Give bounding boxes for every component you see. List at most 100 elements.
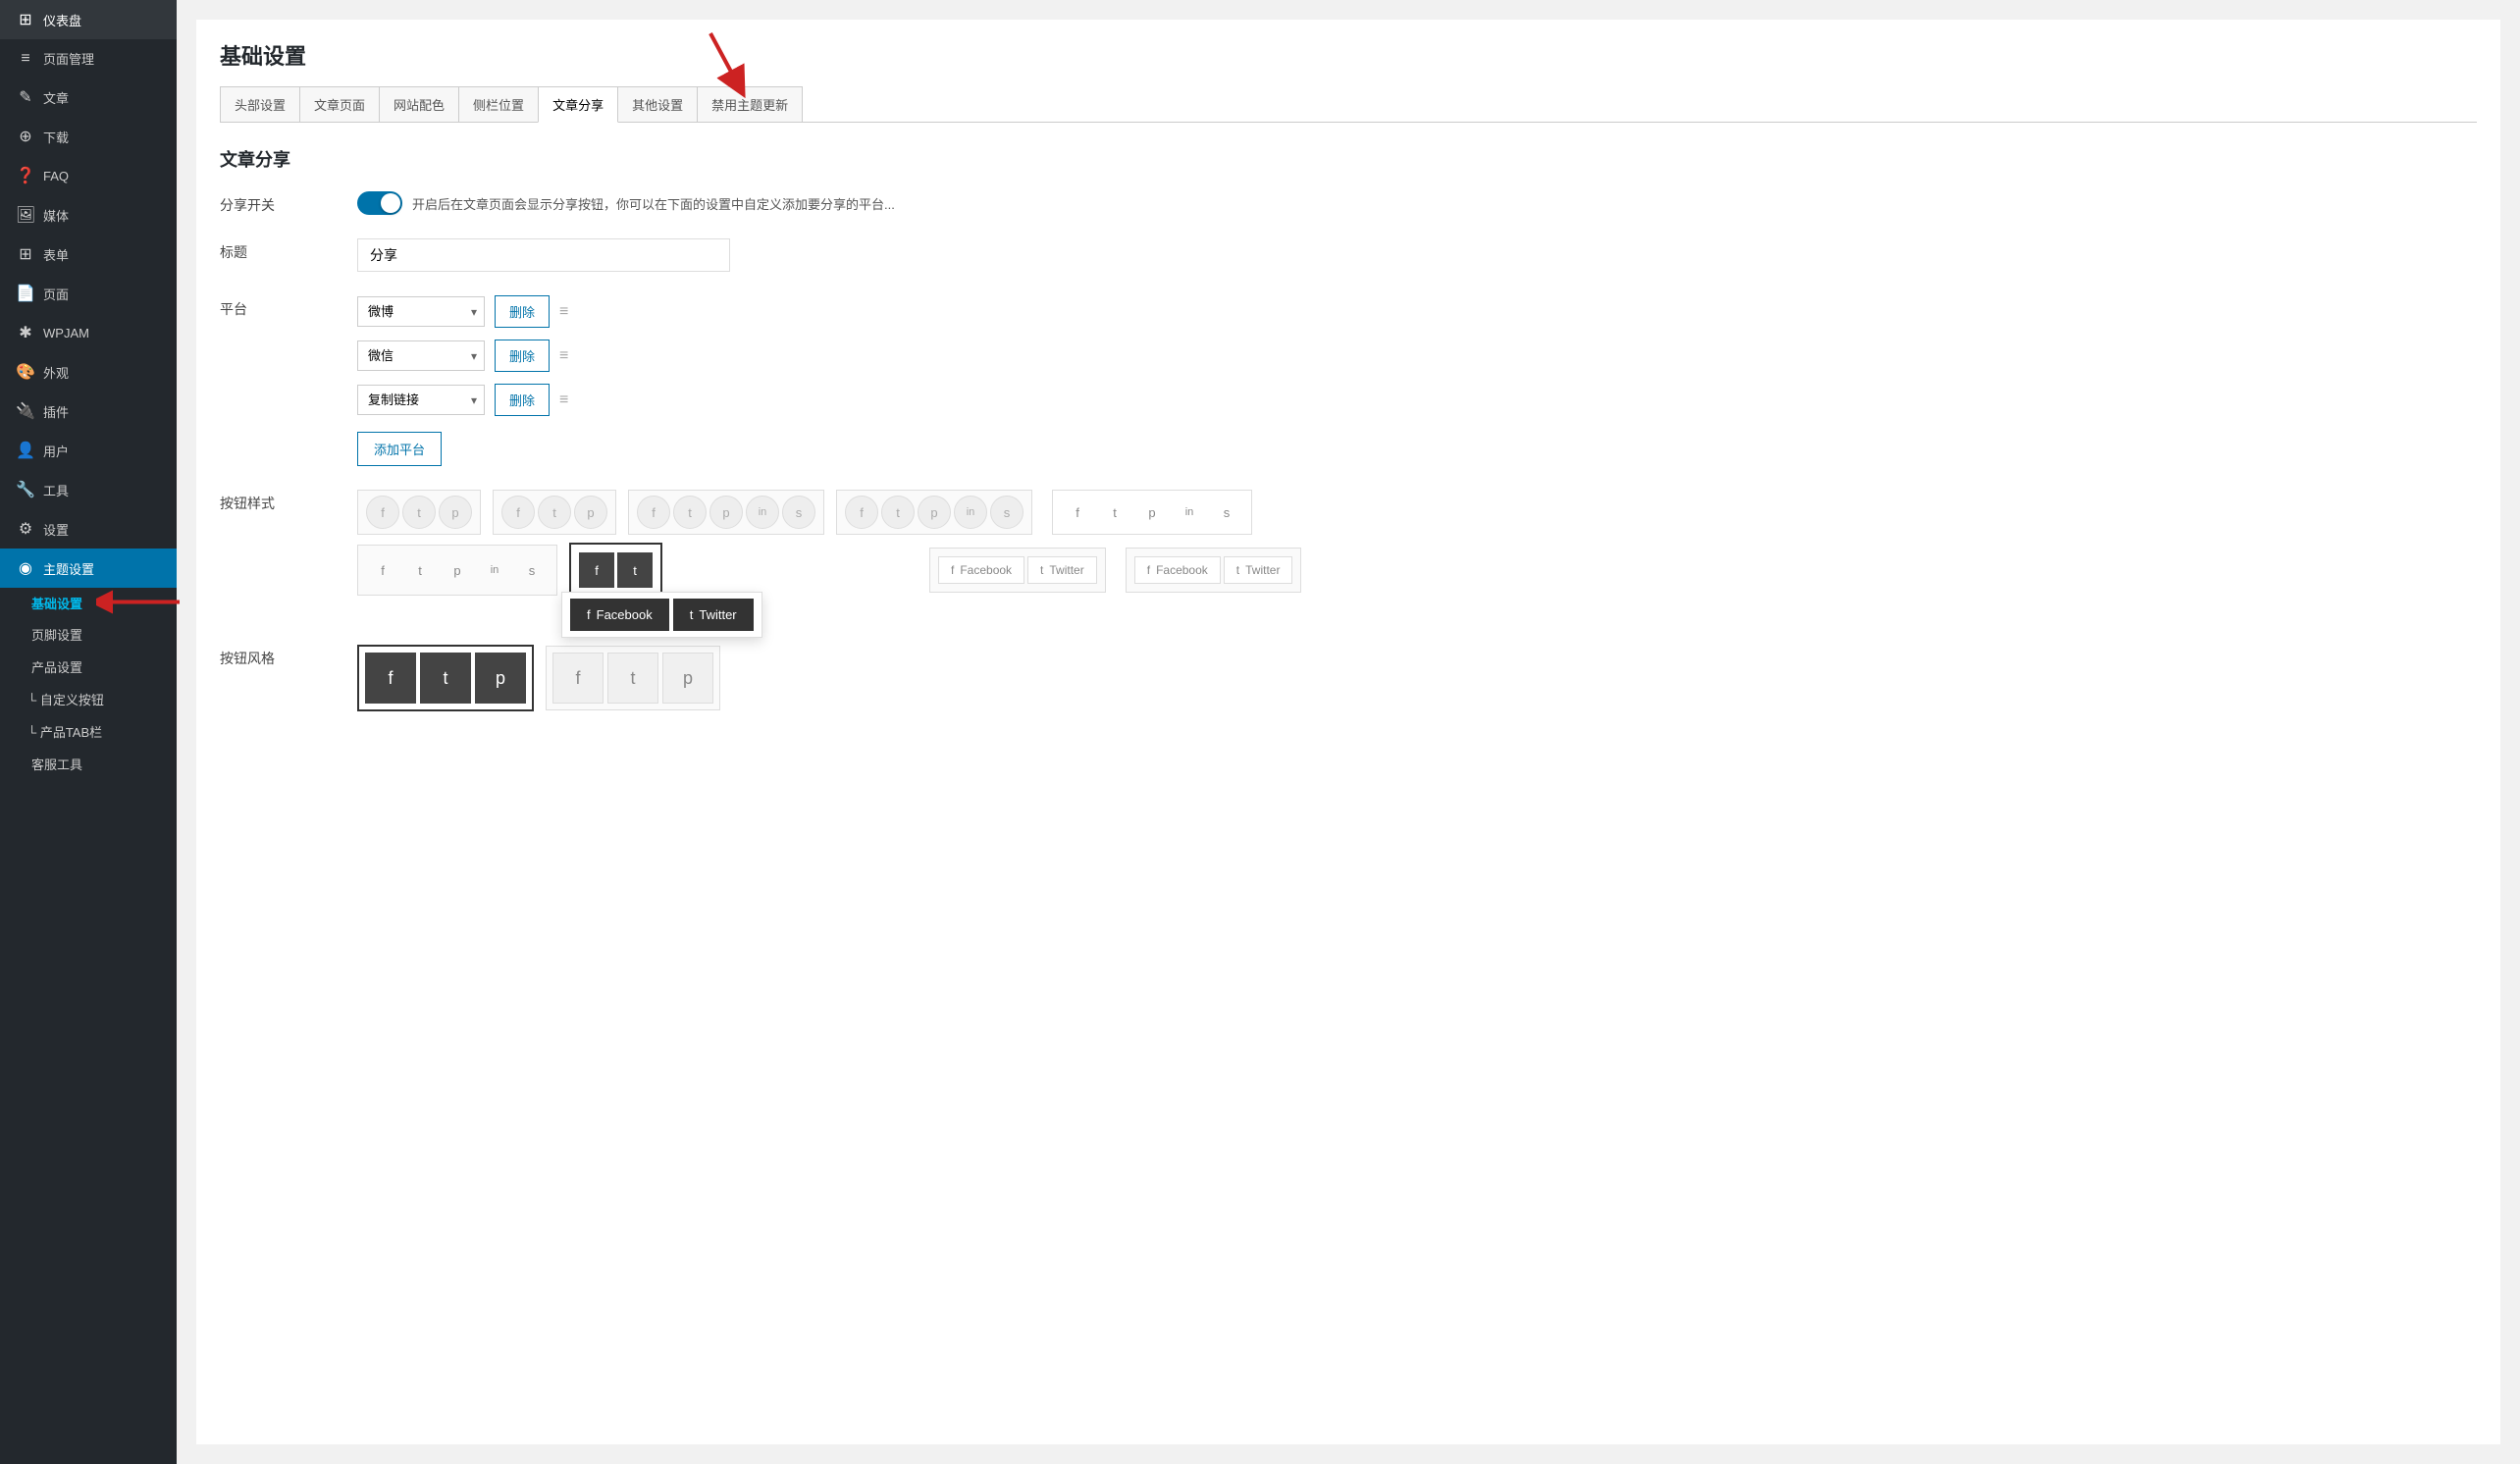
sidebar-item-settings[interactable]: ⚙ 设置	[0, 509, 177, 549]
style-group-5[interactable]: f t p in s	[1052, 490, 1252, 535]
sidebar-item-footer-settings[interactable]: 页脚设置	[0, 618, 177, 651]
style-icon-p6: p	[441, 553, 474, 587]
title-row: 标题	[220, 238, 2477, 272]
sidebar-item-pages[interactable]: 📄 页面	[0, 274, 177, 313]
sidebar-item-dashboard[interactable]: ⊞ 仪表盘	[0, 0, 177, 39]
delete-button-3[interactable]: 删除	[495, 384, 550, 416]
share-toggle[interactable]	[357, 191, 402, 215]
facebook-light-btn[interactable]: f Facebook	[938, 556, 1024, 584]
media-icon: 🖼	[16, 205, 35, 225]
style-icon-in6: in	[478, 553, 511, 587]
faq-icon: ❓	[16, 166, 35, 185]
platform-select-3[interactable]: 复制链接 微博 微信 Twitter Facebook	[357, 385, 485, 415]
sidebar-item-plugins[interactable]: 🔌 插件	[0, 392, 177, 431]
style-group-icon-row[interactable]: f t p in s	[357, 545, 557, 596]
sidebar-item-wpjam[interactable]: ✱ WPJAM	[0, 313, 177, 352]
sidebar-item-theme-settings[interactable]: ◉ 主题设置	[0, 549, 177, 588]
btn-style-options: f t p f t p f t p in	[357, 490, 2477, 535]
drag-handle-3[interactable]: ≡	[559, 392, 568, 409]
custom-button-label: └ 自定义按钮	[27, 693, 104, 707]
page-title: 基础设置	[220, 39, 2477, 71]
sidebar-item-label: 插件	[43, 402, 69, 421]
twitter-popup-label: Twitter	[699, 607, 736, 622]
title-label: 标题	[220, 238, 338, 262]
style-group-4[interactable]: f t p in s	[836, 490, 1032, 535]
tab-article-page[interactable]: 文章页面	[299, 86, 380, 122]
delete-button-2[interactable]: 删除	[495, 340, 550, 372]
style-icon-f2: f	[501, 496, 535, 529]
sidebar-item-article[interactable]: ✎ 文章	[0, 78, 177, 117]
twitter-light2-btn[interactable]: t Twitter	[1224, 556, 1293, 584]
sidebar-item-custom-button[interactable]: └ 自定义按钮	[0, 683, 177, 715]
add-platform-button[interactable]: 添加平台	[357, 432, 442, 466]
content-area: 基础设置 头部设置 文章页面 网站配色 侧栏位置 文章分享 其他设置 禁用主题更…	[196, 20, 2500, 1444]
sidebar-item-media[interactable]: 🖼 媒体	[0, 195, 177, 235]
platform-row-container: 平台 微博 微信 复制链接 Twitter Facebook 删除 ≡	[220, 295, 2477, 466]
sidebar-item-faq[interactable]: ❓ FAQ	[0, 156, 177, 195]
sidebar-item-tools[interactable]: 🔧 工具	[0, 470, 177, 509]
tabs-container: 头部设置 文章页面 网站配色 侧栏位置 文章分享 其他设置 禁用主题更新	[220, 86, 2477, 123]
facebook-popup-btn[interactable]: f Facebook	[570, 599, 669, 631]
sidebar-item-product-tab[interactable]: └ 产品TAB栏	[0, 715, 177, 748]
twitter-popup-btn[interactable]: t Twitter	[673, 599, 754, 631]
tab-sidebar-pos[interactable]: 侧栏位置	[458, 86, 539, 122]
style-group-1[interactable]: f t p	[357, 490, 481, 535]
sidebar-item-customer-service[interactable]: 客服工具	[0, 748, 177, 780]
platform-select-wrapper-2: 微信 微博 复制链接 Twitter Facebook	[357, 340, 485, 371]
style-group-3[interactable]: f t p in s	[628, 490, 824, 535]
pages-icon: 📄	[16, 284, 35, 303]
dashboard-icon: ⊞	[16, 10, 35, 29]
sidebar-item-page-manage[interactable]: ≡ 页面管理	[0, 39, 177, 78]
sidebar-item-users[interactable]: 👤 用户	[0, 431, 177, 470]
platform-select-wrapper-1: 微博 微信 复制链接 Twitter Facebook	[357, 296, 485, 327]
tab-site-color[interactable]: 网站配色	[379, 86, 459, 122]
sidebar-item-basic-settings[interactable]: 基础设置	[0, 588, 177, 618]
sidebar-item-label: FAQ	[43, 169, 69, 183]
drag-handle-2[interactable]: ≡	[559, 347, 568, 365]
tab-disable-update[interactable]: 禁用主题更新	[697, 86, 803, 122]
style-group-selected[interactable]: f t f Facebook t Twitter	[569, 543, 662, 598]
facebook-light-label: Facebook	[960, 563, 1012, 577]
style-icon-f4: f	[845, 496, 878, 529]
twitter-light-btn[interactable]: t Twitter	[1027, 556, 1097, 584]
tab-header[interactable]: 头部设置	[220, 86, 300, 122]
fb-dark-btn: f	[579, 552, 614, 588]
style-icon-t6: t	[403, 553, 437, 587]
main-content: 基础设置 头部设置 文章页面 网站配色 侧栏位置 文章分享 其他设置 禁用主题更…	[177, 0, 2520, 1464]
twitter-light2-icon: t	[1236, 563, 1239, 577]
tw-dark-btn: t	[617, 552, 653, 588]
tab-other-settings[interactable]: 其他设置	[617, 86, 698, 122]
sidebar-item-label: 工具	[43, 481, 69, 499]
platform-select-2[interactable]: 微信 微博 复制链接 Twitter Facebook	[357, 340, 485, 371]
style-icon-p1: p	[439, 496, 472, 529]
sidebar-item-download[interactable]: ⊕ 下载	[0, 117, 177, 156]
platform-control: 微博 微信 复制链接 Twitter Facebook 删除 ≡ 微信	[357, 295, 2477, 466]
platform-row-1: 微博 微信 复制链接 Twitter Facebook 删除 ≡	[357, 295, 2477, 328]
users-icon: 👤	[16, 441, 35, 460]
style-group-light-labels[interactable]: f Facebook t Twitter	[929, 548, 1106, 593]
wind-group-inactive[interactable]: f t p	[546, 646, 720, 710]
twitter-light-label: Twitter	[1049, 563, 1083, 577]
facebook-light2-btn[interactable]: f Facebook	[1134, 556, 1221, 584]
sidebar-item-label: 媒体	[43, 206, 69, 225]
btn-style2-control: f t p f t p	[357, 645, 2477, 711]
style-group-light-labels-2[interactable]: f Facebook t Twitter	[1126, 548, 1302, 593]
sidebar-item-appearance[interactable]: 🎨 外观	[0, 352, 177, 392]
tab-article-share[interactable]: 文章分享	[538, 86, 618, 123]
style-group-2[interactable]: f t p	[493, 490, 616, 535]
title-input[interactable]	[357, 238, 730, 272]
wind-group-selected[interactable]: f t p	[357, 645, 534, 711]
twitter-light2-label: Twitter	[1245, 563, 1280, 577]
drag-handle-1[interactable]: ≡	[559, 303, 568, 321]
forms-icon: ⊞	[16, 244, 35, 264]
platform-select-1[interactable]: 微博 微信 复制链接 Twitter Facebook	[357, 296, 485, 327]
sidebar-item-forms[interactable]: ⊞ 表单	[0, 235, 177, 274]
delete-button-1[interactable]: 删除	[495, 295, 550, 328]
article-icon: ✎	[16, 87, 35, 107]
style-icon-f3: f	[637, 496, 670, 529]
sidebar-item-product-settings[interactable]: 产品设置	[0, 651, 177, 683]
sidebar-item-label: 用户	[43, 442, 69, 460]
btn-style-row-container: 按钮样式 f t p f t p	[220, 490, 2477, 598]
style-icon-in3: in	[746, 496, 779, 529]
twitter-light-icon: t	[1040, 563, 1043, 577]
